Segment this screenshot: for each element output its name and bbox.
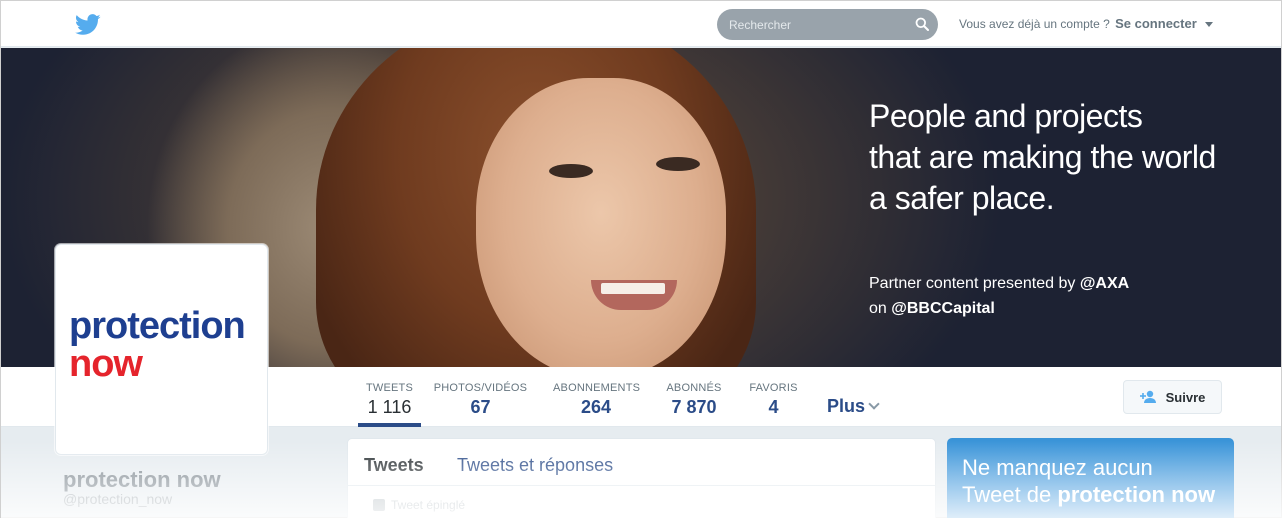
tab-tweets-and-replies[interactable]: Tweets et réponses [457,455,613,476]
more-menu[interactable]: Plus [827,396,880,417]
stat-favorites[interactable]: FAVORIS 4 [747,367,800,427]
pin-icon [373,499,385,511]
top-bar: Vous avez déjà un compte ? Se connecter [1,1,1281,47]
promo-account-name: protection now [1057,482,1216,507]
stat-value: 264 [580,397,612,417]
chevron-down-icon [868,398,880,410]
stat-label: FAVORIS [749,382,798,394]
banner-headline-line: that are making the world [869,139,1216,175]
partner-handle-axa: @AXA [1079,275,1130,292]
stat-label: TWEETS [365,382,414,394]
twitter-bird-icon[interactable] [75,14,101,36]
more-label: Plus [827,396,866,416]
promo-prefix: Tweet de [962,482,1052,507]
login-link[interactable]: Se connecter [1115,16,1197,31]
promo-line: Ne manquez aucun [962,455,1153,480]
stat-photos-videos[interactable]: PHOTOS/VIDÉOS 67 [433,367,528,427]
follow-button[interactable]: Suivre [1123,380,1222,414]
stat-value: 67 [470,397,491,417]
add-user-icon [1139,390,1156,403]
stat-followers[interactable]: ABONNÉS 7 870 [664,367,724,427]
profile-handle[interactable]: @protection_now [63,491,172,507]
banner-photo-eye [656,157,700,171]
banner-photo-teeth [601,283,665,294]
stat-label: ABONNEMENTS [553,382,641,394]
login-prompt: Vous avez déjà un compte ? [959,17,1110,31]
banner-headline-line: People and projects [869,98,1143,134]
stat-following[interactable]: ABONNEMENTS 264 [553,367,641,427]
partner-text: Partner content presented by [869,275,1076,292]
avatar-logo-text: protection [69,305,246,347]
follow-label: Suivre [1165,389,1206,405]
search-input[interactable] [717,9,907,40]
banner-headline: People and projects that are making the … [869,96,1269,219]
stat-label: PHOTOS/VIDÉOS [433,382,528,394]
tab-tweets[interactable]: Tweets [364,455,424,476]
stat-value: 7 870 [671,397,717,417]
profile-avatar[interactable]: protection now [55,244,268,455]
partner-text: on [869,300,887,317]
timeline-tabs: Tweets Tweets et réponses [348,439,935,486]
stat-value: 4 [768,397,779,417]
search-box [717,9,938,40]
login-area: Vous avez déjà un compte ? Se connecter [959,16,1214,31]
banner-partner-credit: Partner content presented by @AXA on @BB… [869,271,1129,321]
avatar-logo-text: now [69,343,143,385]
banner-photo-face [476,78,726,367]
pinned-text: Tweet épinglé [391,498,466,512]
stat-label: ABONNÉS [666,382,722,394]
timeline: Tweets Tweets et réponses Tweet épinglé [347,438,936,518]
stat-value: 1 116 [367,397,412,417]
caret-down-icon[interactable] [1205,22,1214,28]
banner-photo-eye [549,164,593,178]
stat-tweets[interactable]: TWEETS 1 116 [358,367,421,427]
banner-headline-line: a safer place. [869,180,1055,216]
search-icon[interactable] [915,17,929,31]
pinned-tweet-label: Tweet épinglé [373,498,465,512]
partner-handle-bbccapital: @BBCCapital [891,300,995,317]
profile-name[interactable]: protection now [63,467,221,493]
promo-line: Tweet de protection now [962,482,1215,508]
signup-promo[interactable]: Ne manquez aucun Tweet de protection now [947,438,1234,518]
